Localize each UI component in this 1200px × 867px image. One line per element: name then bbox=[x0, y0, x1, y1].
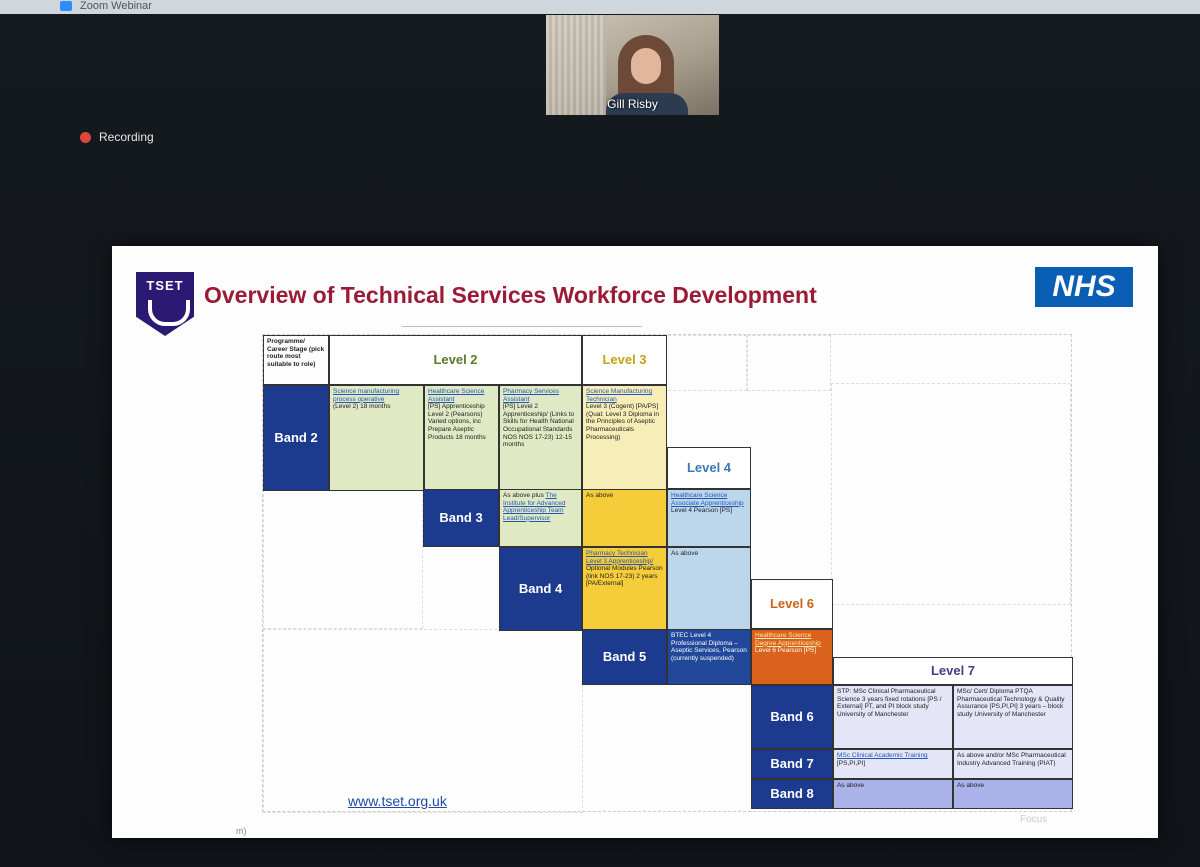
tset-logo: TSET bbox=[136, 272, 194, 336]
course-link[interactable]: Pharmacy Services Assistant bbox=[503, 388, 559, 403]
course-link[interactable]: Healthcare Science Associate Apprentices… bbox=[671, 492, 744, 507]
band-5-label: Band 5 bbox=[582, 629, 667, 685]
band-3-label: Band 3 bbox=[423, 489, 499, 547]
level-3-header: Level 3 bbox=[582, 335, 667, 385]
band7-level7-piat: As above and/or MSc Pharmaceutical Indus… bbox=[953, 749, 1073, 779]
band2-level3-manufacturing-technician: Science Manufacturing Technician Level 3… bbox=[582, 385, 667, 491]
shared-slide: TSET Overview of Technical Services Work… bbox=[112, 246, 1158, 838]
course-link[interactable]: Healthcare Science Degree Apprenticeship bbox=[755, 632, 821, 647]
speaker-face bbox=[631, 48, 661, 84]
course-link[interactable]: Science manufacturing process operative bbox=[333, 388, 399, 403]
band6-level7-stp-msc: STP: MSc Clinical Pharmaceutical Science… bbox=[833, 685, 953, 749]
band-2-label: Band 2 bbox=[263, 385, 329, 491]
speaker-name: Gill Risby bbox=[607, 97, 658, 111]
band2-level2-science-operative: Science manufacturing process operative … bbox=[329, 385, 424, 491]
band3-level2-team-lead: As above plus The Institute for Advanced… bbox=[499, 489, 582, 547]
course-detail: Optional Modules Pearson (link NOS 17-23… bbox=[586, 565, 663, 588]
window-title: Zoom Webinar bbox=[80, 0, 152, 12]
zoom-app-icon bbox=[60, 1, 72, 11]
title-divider bbox=[402, 326, 642, 327]
band4-level3-pharmacy-technician: Pharmacy Technician Level 3 Apprenticesh… bbox=[582, 547, 667, 631]
band7-level7-clinical-academic: MSc Clinical Academic Training [PS,PI,PI… bbox=[833, 749, 953, 779]
band4-level4-as-above: As above bbox=[667, 547, 751, 631]
zoom-webinar-window: Zoom Webinar Gill Risby Recording TSET O… bbox=[0, 0, 1200, 867]
slide-title: Overview of Technical Services Workforce… bbox=[204, 282, 817, 308]
focus-mode-button[interactable]: Focus bbox=[1020, 814, 1047, 825]
logo-arc-icon bbox=[148, 300, 190, 326]
band5-level4-btec-diploma: BTEC Level 4 Professional Diploma – Asep… bbox=[667, 629, 751, 685]
recording-label: Recording bbox=[99, 130, 154, 144]
band3-level4-healthcare-associate: Healthcare Science Associate Apprentices… bbox=[667, 489, 751, 547]
course-link[interactable]: Science Manufacturing Technician bbox=[586, 388, 652, 403]
empty-cell bbox=[663, 335, 747, 391]
recording-indicator[interactable]: Recording bbox=[80, 130, 154, 144]
nhs-logo: NHS bbox=[1035, 267, 1133, 307]
empty-cell bbox=[747, 335, 831, 391]
band8-level7-as-above: As above bbox=[833, 779, 953, 809]
level-6-header: Level 6 bbox=[751, 579, 833, 629]
footer-text: m) bbox=[236, 826, 247, 836]
course-link[interactable]: MSc Clinical Academic Training bbox=[837, 752, 928, 759]
course-detail: [PS] Apprenticeship Level 2 (Pearsons) V… bbox=[428, 403, 486, 441]
course-link[interactable]: Pharmacy Technician Level 3 Apprenticesh… bbox=[586, 550, 653, 565]
band-6-label: Band 6 bbox=[751, 685, 833, 749]
level-2-header: Level 2 bbox=[329, 335, 582, 385]
empty-cell bbox=[263, 489, 423, 629]
level-7-header: Level 7 bbox=[833, 657, 1073, 685]
course-detail: (Level 2) 18 months bbox=[333, 403, 391, 411]
course-detail: As above plus bbox=[503, 492, 544, 499]
level-4-header: Level 4 bbox=[667, 447, 751, 489]
band8-level7-as-above-2: As above bbox=[953, 779, 1073, 809]
course-link[interactable]: Healthcare Science Assistant bbox=[428, 388, 484, 403]
course-detail: Level 4 Pearson [PS] bbox=[671, 507, 733, 515]
band-8-label: Band 8 bbox=[751, 779, 833, 809]
course-detail: [PS] Level 2 Apprenticeship/ (Links to S… bbox=[503, 403, 575, 449]
band6-level7-ptqa: MSc/ Cert/ Diploma PTQA Pharmaceutical T… bbox=[953, 685, 1073, 749]
record-dot-icon bbox=[80, 131, 91, 143]
band-7-label: Band 7 bbox=[751, 749, 833, 779]
band-4-label: Band 4 bbox=[499, 547, 582, 631]
empty-cell bbox=[831, 383, 1071, 605]
course-detail: [PS,PI,PI] bbox=[837, 759, 866, 767]
workforce-grid: Programme/ Career Stage (pick route most… bbox=[262, 334, 1073, 813]
band5-level6-degree-apprenticeship: Healthcare Science Degree Apprenticeship… bbox=[751, 629, 833, 685]
empty-cell bbox=[263, 629, 583, 813]
programme-header: Programme/ Career Stage (pick route most… bbox=[263, 335, 329, 385]
speaker-video-tile[interactable]: Gill Risby bbox=[546, 15, 719, 115]
course-detail: Level 3 (Cogent) [PA/PS] (Qual: Level 3 … bbox=[586, 403, 659, 441]
tset-logo-text: TSET bbox=[146, 278, 184, 293]
band3-level3-as-above: As above bbox=[582, 489, 667, 547]
course-detail: Level 6 Pearson [PS] bbox=[755, 647, 817, 655]
band2-level2-healthcare-assistant: Healthcare Science Assistant [PS] Appren… bbox=[424, 385, 499, 491]
tset-url-link[interactable]: www.tset.org.uk bbox=[348, 793, 447, 809]
band2-level2-pharmacy-assistant: Pharmacy Services Assistant [PS] Level 2… bbox=[499, 385, 582, 491]
window-titlebar: Zoom Webinar bbox=[0, 0, 1200, 14]
